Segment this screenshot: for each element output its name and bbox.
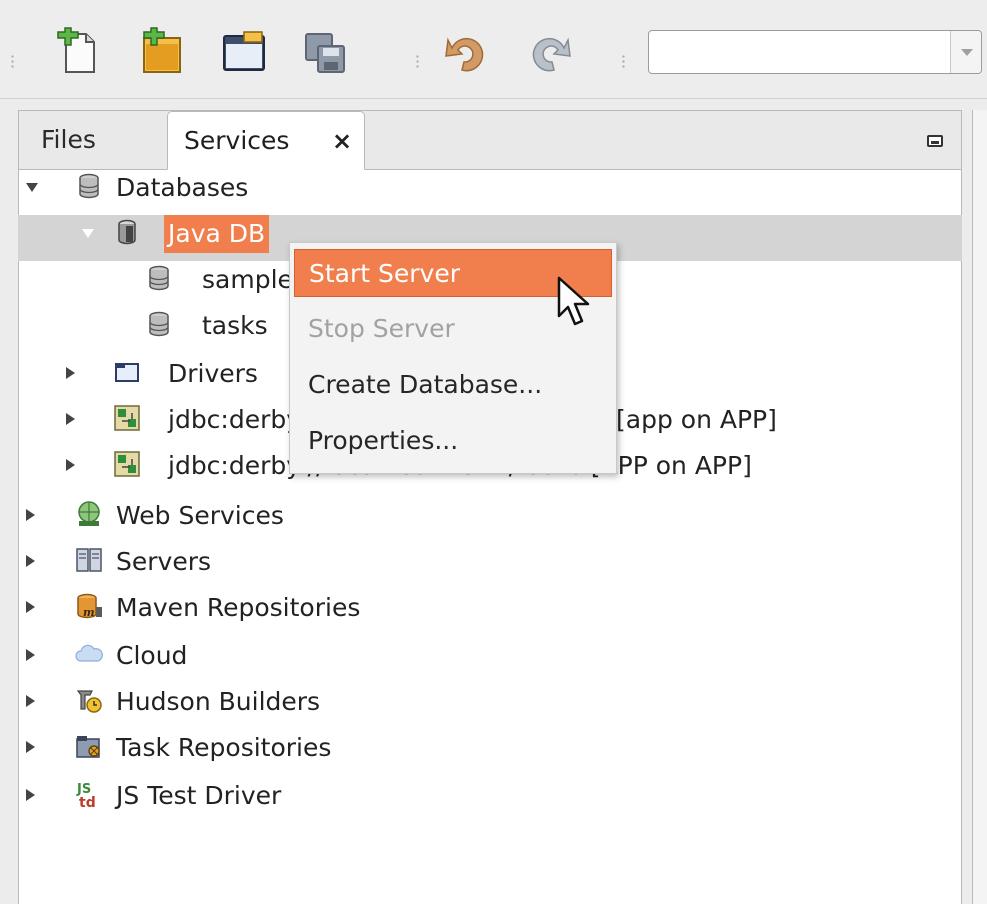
tree-node-label: sample [202,265,293,294]
tree-node-label: Hudson Builders [116,687,321,716]
tree-node-maven-repositories[interactable]: m Maven Repositories [18,589,962,635]
expand-toggle-icon[interactable] [66,413,75,425]
js-test-driver-icon: JS td [74,779,104,809]
expand-toggle-icon[interactable] [66,367,75,379]
toolbar-grip[interactable] [416,54,419,68]
expand-toggle-icon[interactable] [26,789,35,801]
expand-toggle-icon[interactable] [26,601,35,613]
connection-icon [112,403,142,433]
save-all-icon [305,33,345,73]
expand-toggle-icon[interactable] [26,509,35,521]
configuration-combo[interactable] [648,30,982,74]
minimize-window-icon[interactable] [927,135,943,147]
tree-node-label: Drivers [168,359,258,388]
svg-text:m: m [83,606,95,619]
web-services-icon [74,499,104,529]
close-tab-icon[interactable]: × [332,112,352,170]
folder-icon [112,357,142,387]
open-project-button[interactable] [218,26,270,78]
tab-files-label: Files [41,125,96,154]
tree-node-label: Servers [116,547,212,576]
expand-toggle-icon[interactable] [26,183,38,192]
main-toolbar [0,0,987,99]
cloud-icon [74,639,104,669]
tree-node-hudson-builders[interactable]: Hudson Builders [18,683,962,729]
expand-toggle-icon[interactable] [82,229,94,238]
tree-node-label: Web Services [116,501,284,530]
new-file-button[interactable] [52,26,104,78]
tree-node-databases[interactable]: Databases [18,169,962,215]
hudson-icon [74,685,104,715]
save-all-button[interactable] [300,26,352,78]
tree-node-cloud[interactable]: Cloud [18,637,962,683]
tree-node-servers[interactable]: Servers [18,543,962,589]
expand-toggle-icon[interactable] [26,695,35,707]
database-icon [144,263,174,293]
expand-toggle-icon[interactable] [26,741,35,753]
tree-node-js-test-driver[interactable]: JS td JS Test Driver [18,777,962,823]
tree-node-label: Databases [116,173,249,202]
servers-icon [74,545,104,575]
expand-toggle-icon[interactable] [26,649,35,661]
editor-area-edge [972,110,987,904]
new-project-icon [143,27,181,73]
menu-item-create-database[interactable]: Create Database... [294,361,612,409]
menu-item-properties[interactable]: Properties... [294,417,612,465]
open-project-icon [223,31,265,71]
new-project-button[interactable] [136,26,188,78]
expand-toggle-icon[interactable] [66,459,75,471]
connection-icon [112,449,142,479]
task-repository-icon [74,731,104,761]
mouse-pointer-icon [557,276,590,326]
tree-node-web-services[interactable]: Web Services [18,497,962,543]
svg-text:td: td [79,795,96,809]
tab-services[interactable]: Services × [167,111,365,170]
expand-toggle-icon[interactable] [26,555,35,567]
tab-strip: Files Services × [19,111,961,170]
tree-node-task-repositories[interactable]: Task Repositories [18,729,962,775]
database-icon [144,309,174,339]
undo-button[interactable] [440,26,492,78]
tab-files[interactable]: Files [19,111,161,169]
tree-node-label: Task Repositories [116,733,332,762]
toolbar-grip[interactable] [622,54,625,68]
tab-services-label: Services [184,126,290,155]
chevron-down-icon[interactable] [950,31,981,73]
undo-icon [445,37,484,72]
tree-node-label: Cloud [116,641,188,670]
tree-node-label: Maven Repositories [116,593,361,622]
new-file-icon [57,27,95,73]
maven-icon: m [74,591,104,621]
toolbar-grip[interactable] [11,54,14,68]
tree-node-label: tasks [202,311,268,340]
database-icon [74,171,104,201]
java-db-icon [112,217,142,247]
tree-node-label: Java DB [164,215,270,253]
redo-button[interactable] [524,26,576,78]
redo-icon [532,37,571,72]
tree-node-label: JS Test Driver [116,781,282,810]
